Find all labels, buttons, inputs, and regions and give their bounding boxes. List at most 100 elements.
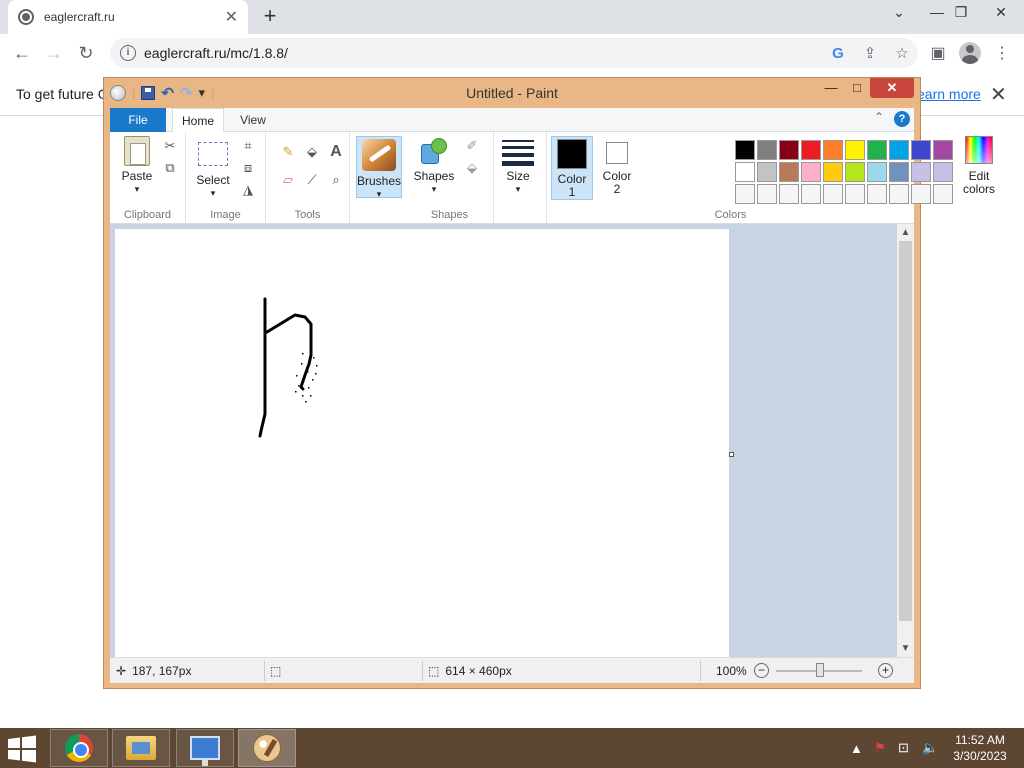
canvas-resize-handle[interactable] xyxy=(729,452,734,457)
share-icon[interactable]: ⇪ xyxy=(854,44,886,62)
rotate-icon[interactable]: ◮ xyxy=(240,182,256,198)
palette-swatch[interactable] xyxy=(867,184,887,204)
palette-swatch[interactable] xyxy=(911,184,931,204)
palette-swatch[interactable] xyxy=(845,184,865,204)
palette-swatch[interactable] xyxy=(779,184,799,204)
profile-button[interactable] xyxy=(954,34,986,72)
tab-view[interactable]: View xyxy=(230,108,276,132)
palette-swatch[interactable] xyxy=(823,184,843,204)
taskbar-file-explorer[interactable] xyxy=(112,729,170,767)
action-center-flag-icon[interactable]: ⚑ xyxy=(874,728,886,768)
palette-swatch[interactable] xyxy=(757,184,777,204)
paint-close-button[interactable]: ✕ xyxy=(870,78,914,98)
learn-more-link[interactable]: earn more xyxy=(917,86,981,102)
shapes-button[interactable]: Shapes ▾ xyxy=(412,136,456,196)
tab-home[interactable]: Home xyxy=(172,108,224,133)
palette-swatch[interactable] xyxy=(735,162,755,182)
palette-swatch[interactable] xyxy=(779,162,799,182)
brushes-label: Brushes xyxy=(357,174,402,188)
color2-button[interactable]: Color 2 xyxy=(597,138,637,196)
palette-swatch[interactable] xyxy=(911,162,931,182)
crop-icon[interactable]: ⌗ xyxy=(240,138,256,154)
color-picker-icon[interactable]: ⟋ xyxy=(304,172,320,188)
eraser-icon[interactable]: ▱ xyxy=(280,172,296,188)
move-cursor-icon: ✛ xyxy=(116,664,127,678)
paint-minimize-button[interactable]: — xyxy=(820,78,842,98)
palette-swatch[interactable] xyxy=(911,140,931,160)
pencil-icon[interactable]: ✎ xyxy=(280,144,296,160)
palette-swatch[interactable] xyxy=(867,140,887,160)
paint-maximize-button[interactable]: □ xyxy=(846,78,868,98)
palette-swatch[interactable] xyxy=(889,184,909,204)
brushes-button[interactable]: Brushes ▾ xyxy=(356,136,402,199)
palette-swatch[interactable] xyxy=(845,140,865,160)
palette-swatch[interactable] xyxy=(757,140,777,160)
browser-tab[interactable]: eaglercraft.ru ✕ xyxy=(8,0,248,34)
palette-swatch[interactable] xyxy=(801,162,821,182)
google-lens-icon[interactable]: G xyxy=(822,45,854,62)
palette-swatch[interactable] xyxy=(801,140,821,160)
side-panel-icon[interactable]: ▣ xyxy=(922,34,954,72)
size-button[interactable]: Size ▾ xyxy=(496,136,540,196)
palette-swatch[interactable] xyxy=(933,184,953,204)
palette-swatch[interactable] xyxy=(735,140,755,160)
palette-swatch[interactable] xyxy=(889,140,909,160)
address-url[interactable]: eaglercraft.ru/mc/1.8.8/ xyxy=(144,45,822,61)
taskbar-chrome[interactable] xyxy=(50,729,108,767)
drawing-canvas[interactable] xyxy=(115,229,729,657)
collapse-ribbon-icon[interactable]: ⌃ xyxy=(874,110,884,124)
close-window-button[interactable]: ✕ xyxy=(984,0,1018,30)
zoom-in-icon[interactable]: + xyxy=(878,663,893,678)
windows-start-icon[interactable] xyxy=(6,735,38,763)
text-tool-icon[interactable]: A xyxy=(328,144,344,160)
fill-icon[interactable]: ⬙ xyxy=(464,160,480,176)
outline-icon[interactable]: ✐ xyxy=(464,138,480,154)
palette-swatch[interactable] xyxy=(889,162,909,182)
select-button[interactable]: Select ▾ xyxy=(192,136,234,200)
taskbar-remote-desktop[interactable] xyxy=(176,729,234,767)
tab-search-icon[interactable]: ⌄ xyxy=(882,0,916,30)
system-clock[interactable]: 11:52 AM 3/30/2023 xyxy=(944,732,1016,764)
palette-swatch[interactable] xyxy=(757,162,777,182)
vertical-scrollbar[interactable]: ▲ ▼ xyxy=(897,224,914,657)
magnifier-icon[interactable]: ⌕ xyxy=(328,172,344,188)
zoom-slider-thumb[interactable] xyxy=(816,663,824,677)
reload-icon[interactable]: ↻ xyxy=(70,37,102,69)
palette-swatch[interactable] xyxy=(823,140,843,160)
palette-swatch[interactable] xyxy=(801,184,821,204)
fill-bucket-icon[interactable]: ⬙ xyxy=(304,144,320,160)
taskbar-paint[interactable] xyxy=(238,729,296,767)
color1-button[interactable]: Color 1 xyxy=(551,136,593,200)
palette-swatch[interactable] xyxy=(845,162,865,182)
info-bar-close-icon[interactable]: ✕ xyxy=(990,82,1007,107)
palette-swatch[interactable] xyxy=(867,162,887,182)
tab-file[interactable]: File xyxy=(110,108,166,132)
palette-swatch[interactable] xyxy=(933,162,953,182)
palette-swatch[interactable] xyxy=(779,140,799,160)
edit-colors-button[interactable]: Edit colors xyxy=(959,136,999,196)
zoom-out-icon[interactable]: − xyxy=(754,663,769,678)
close-tab-icon[interactable]: ✕ xyxy=(225,7,238,27)
copy-icon[interactable]: ⧉ xyxy=(162,160,178,176)
scroll-down-icon[interactable]: ▼ xyxy=(897,640,914,657)
palette-swatch[interactable] xyxy=(933,140,953,160)
bookmark-star-icon[interactable]: ☆ xyxy=(886,44,918,62)
restore-button[interactable]: ❐ xyxy=(944,0,978,30)
cut-icon[interactable]: ✂ xyxy=(162,138,178,154)
site-info-icon[interactable]: i xyxy=(120,45,136,61)
scroll-up-icon[interactable]: ▲ xyxy=(897,224,914,241)
resize-icon[interactable]: ⧈ xyxy=(240,160,256,176)
volume-muted-icon[interactable]: 🔈 xyxy=(922,728,938,768)
help-icon[interactable]: ? xyxy=(894,111,910,127)
paste-button[interactable]: Paste ▾ xyxy=(116,136,158,196)
scroll-thumb[interactable] xyxy=(899,241,912,621)
new-tab-button[interactable]: + xyxy=(258,4,282,28)
address-bar[interactable]: i eaglercraft.ru/mc/1.8.8/ G ⇪ ☆ xyxy=(110,38,918,68)
show-hidden-icons[interactable]: ▲ xyxy=(850,728,863,768)
back-icon[interactable]: ← xyxy=(6,37,38,69)
network-icon[interactable]: ⊡ xyxy=(898,728,909,768)
palette-swatch[interactable] xyxy=(823,162,843,182)
menu-kebab-icon[interactable]: ⋮ xyxy=(986,34,1018,72)
palette-swatch[interactable] xyxy=(735,184,755,204)
forward-icon[interactable]: → xyxy=(38,37,70,69)
